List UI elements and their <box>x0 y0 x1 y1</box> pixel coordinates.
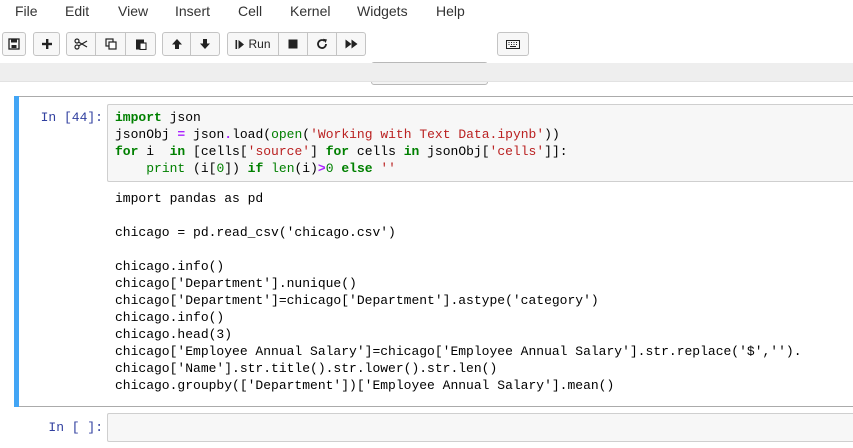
run-all-button[interactable] <box>337 32 366 56</box>
paste-icon <box>135 39 147 50</box>
arrow-up-icon <box>171 39 182 49</box>
move-up-button[interactable] <box>162 32 191 56</box>
menu-widgets[interactable]: Widgets <box>357 3 408 19</box>
empty-code-input[interactable] <box>107 413 853 442</box>
code-line: import json <box>115 110 201 125</box>
cut-button[interactable] <box>66 32 96 56</box>
code-line: jsonObj = json.load(open('Working with T… <box>115 127 560 142</box>
move-down-button[interactable] <box>191 32 220 56</box>
menu-insert[interactable]: Insert <box>175 3 210 19</box>
restart-icon <box>317 38 327 49</box>
output-line: chicago.info() <box>115 310 225 325</box>
menu-kernel[interactable]: Kernel <box>290 3 330 19</box>
input-prompt: In [44]: <box>40 110 103 125</box>
notebook-header-band <box>0 63 853 82</box>
output-line: import pandas as pd <box>115 191 264 206</box>
menu-edit[interactable]: Edit <box>65 3 89 19</box>
fast-forward-icon <box>345 39 357 49</box>
command-palette-button[interactable] <box>497 32 529 56</box>
copy-button[interactable] <box>96 32 126 56</box>
output-line: chicago = pd.read_csv('chicago.csv') <box>115 225 396 240</box>
step-forward-icon <box>235 39 245 49</box>
toolbar: Run Code ▲▼ <box>0 30 853 85</box>
cut-icon <box>74 38 88 50</box>
plus-icon <box>41 39 52 49</box>
stop-icon <box>288 39 298 49</box>
output-line: chicago['Department']=chicago['Departmen… <box>115 293 599 308</box>
interrupt-button[interactable] <box>279 32 308 56</box>
cell-selection-bar <box>14 96 19 407</box>
save-icon <box>8 38 20 50</box>
menu-bar: File Edit View Insert Cell Kernel Widget… <box>0 0 853 25</box>
menu-cell[interactable]: Cell <box>238 3 262 19</box>
code-line: print (i[0]) if len(i)>0 else '' <box>146 161 396 176</box>
empty-input-prompt: In [ ]: <box>48 420 103 435</box>
paste-button[interactable] <box>126 32 156 56</box>
output-line: chicago.groupby(['Department'])['Employe… <box>115 378 615 393</box>
arrow-down-icon <box>200 39 210 49</box>
output-line: chicago.info() <box>115 259 225 274</box>
run-button[interactable]: Run <box>227 32 279 56</box>
copy-icon <box>104 38 117 50</box>
save-button[interactable] <box>2 32 26 56</box>
restart-kernel-button[interactable] <box>308 32 337 56</box>
menu-file[interactable]: File <box>15 3 38 19</box>
output-line: chicago['Department'].nunique() <box>115 276 357 291</box>
code-line: for i in [cells['source'] for cells in j… <box>115 144 568 159</box>
keyboard-icon <box>506 39 520 49</box>
insert-cell-button[interactable] <box>33 32 60 56</box>
output-line: chicago.head(3) <box>115 327 233 342</box>
run-label: Run <box>248 37 271 51</box>
output-line: chicago['Name'].str.title().str.lower().… <box>115 361 498 376</box>
output-line: chicago['Employee Annual Salary']=chicag… <box>115 344 802 359</box>
menu-view[interactable]: View <box>118 3 148 19</box>
menu-help[interactable]: Help <box>436 3 465 19</box>
